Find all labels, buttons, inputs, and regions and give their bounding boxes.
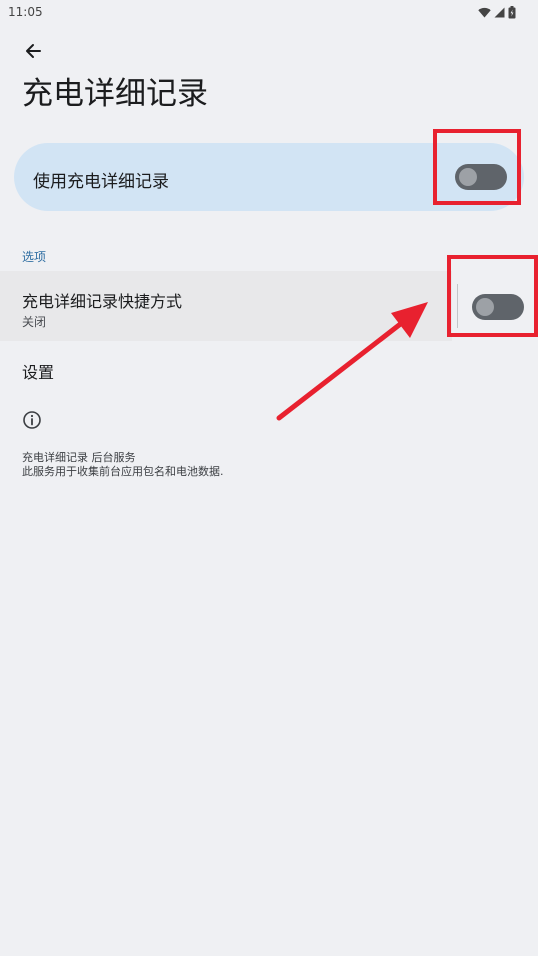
screen: 11:05 充电详细记录 使用充电详细记录 选项 充电详细记录快捷方式 关闭 设… (0, 0, 538, 956)
footer-line-1: 充电详细记录 后台服务 (22, 451, 136, 464)
status-icons (478, 5, 516, 19)
arrow-back-icon (26, 44, 41, 58)
info-icon (23, 411, 41, 429)
shortcut-title: 充电详细记录快捷方式 (22, 292, 183, 311)
main-switch-label: 使用充电详细记录 (33, 172, 169, 192)
section-header-options: 选项 (22, 250, 47, 264)
back-button[interactable] (18, 36, 48, 66)
footer-description: 充电详细记录 后台服务 此服务用于收集前台应用包名和电池数据. (22, 451, 224, 479)
signal-icon (494, 7, 505, 17)
status-bar: 11:05 (0, 0, 538, 24)
settings-item[interactable]: 设置 (22, 359, 54, 383)
highlight-box-main-toggle (433, 129, 521, 205)
page-title: 充电详细记录 (22, 76, 208, 112)
wifi-icon (478, 7, 491, 17)
highlight-box-shortcut-toggle (447, 255, 538, 337)
status-time: 11:05 (8, 5, 43, 19)
footer-line-2: 此服务用于收集前台应用包名和电池数据. (22, 465, 224, 478)
shortcut-summary: 关闭 (22, 315, 47, 329)
battery-icon (508, 5, 516, 18)
